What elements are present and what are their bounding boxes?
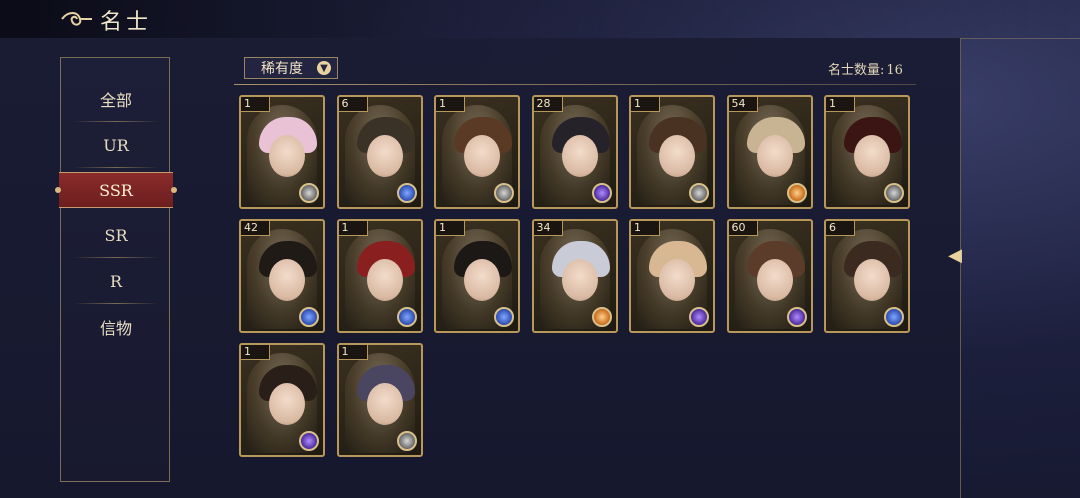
character-card[interactable]: 54 xyxy=(726,95,813,209)
card-level: 28 xyxy=(533,97,563,112)
character-card[interactable]: 34 xyxy=(531,219,618,333)
portrait-face xyxy=(366,259,403,301)
character-card[interactable]: 1 xyxy=(824,95,910,209)
count-value: 16 xyxy=(886,63,903,78)
character-card[interactable]: 1 xyxy=(434,219,520,333)
portrait-face xyxy=(269,383,305,425)
portrait-face xyxy=(659,135,695,177)
character-card[interactable]: 6 xyxy=(824,219,910,333)
card-level: 6 xyxy=(826,221,855,236)
portrait-face xyxy=(269,259,305,301)
sidebar-item-ur[interactable]: UR xyxy=(61,122,171,168)
element-badge-icon xyxy=(786,183,807,203)
element-badge-icon xyxy=(396,307,417,327)
portrait-face xyxy=(366,135,403,177)
element-badge-icon xyxy=(786,307,807,327)
character-card[interactable]: 1 xyxy=(434,95,520,209)
card-level: 1 xyxy=(241,345,270,360)
character-card[interactable]: 1 xyxy=(239,343,325,457)
element-badge-icon xyxy=(299,183,319,203)
card-level: 1 xyxy=(338,345,368,360)
element-badge-icon xyxy=(494,183,514,203)
element-badge-icon xyxy=(591,183,612,203)
portrait-face xyxy=(854,135,890,177)
right-arrow-icon[interactable]: ◀ xyxy=(946,238,964,272)
sidebar-item-label: UR xyxy=(103,135,129,155)
character-card[interactable]: 1 xyxy=(629,219,715,333)
count-label: 名士数量: xyxy=(828,63,885,78)
character-card[interactable]: 42 xyxy=(239,219,325,333)
character-card[interactable]: 60 xyxy=(726,219,813,333)
card-level: 1 xyxy=(241,97,270,112)
sidebar-item-token[interactable]: 信物 xyxy=(61,304,171,350)
card-level: 34 xyxy=(533,221,563,236)
character-card[interactable]: 1 xyxy=(239,95,325,209)
element-badge-icon xyxy=(689,183,709,203)
character-count: 名士数量: 16 xyxy=(826,59,903,78)
portrait-face xyxy=(464,259,500,301)
card-level: 1 xyxy=(631,97,660,112)
sidebar-item-label: R xyxy=(109,271,123,291)
filter-label: 稀有度 xyxy=(261,61,303,77)
top-bar: 名士 xyxy=(0,0,1080,39)
element-badge-icon xyxy=(884,307,904,327)
portrait-face xyxy=(756,259,793,301)
portrait-face xyxy=(756,135,793,177)
card-level: 1 xyxy=(338,221,368,236)
portrait-face xyxy=(269,135,305,177)
portrait-face xyxy=(854,259,890,301)
element-badge-icon xyxy=(396,183,417,203)
sidebar-item-all[interactable]: 全部 xyxy=(61,76,171,122)
rarity-filter-dropdown[interactable]: 稀有度 ▼ xyxy=(244,57,338,79)
element-badge-icon xyxy=(299,431,319,451)
character-card[interactable]: 1 xyxy=(629,95,715,209)
card-level: 1 xyxy=(826,97,855,112)
sidebar-item-r[interactable]: R xyxy=(61,258,171,304)
card-level: 60 xyxy=(728,221,758,236)
divider xyxy=(73,167,159,168)
divider xyxy=(234,84,916,85)
portrait-face xyxy=(659,259,695,301)
card-level: 1 xyxy=(436,97,465,112)
sidebar-item-sr[interactable]: SR xyxy=(61,212,171,258)
portrait-face xyxy=(561,135,598,177)
element-badge-icon xyxy=(689,307,709,327)
page-title: 名士 xyxy=(100,10,153,35)
sidebar-item-label: SSR xyxy=(99,180,133,200)
character-card[interactable]: 1 xyxy=(336,343,423,457)
portrait-face xyxy=(464,135,500,177)
sidebar-item-label: SR xyxy=(104,225,128,245)
element-badge-icon xyxy=(494,307,514,327)
sidebar-item-ssr[interactable]: SSR xyxy=(59,172,173,208)
portrait-face xyxy=(561,259,598,301)
rarity-sidebar: 全部 UR SSR SR R 信物 xyxy=(59,57,173,482)
card-level: 54 xyxy=(728,97,758,112)
card-level: 1 xyxy=(436,221,465,236)
character-card[interactable]: 1 xyxy=(336,219,423,333)
chevron-down-icon: ▼ xyxy=(317,61,331,75)
element-badge-icon xyxy=(396,431,417,451)
card-level: 42 xyxy=(241,221,270,236)
sidebar-item-label: 信物 xyxy=(99,319,132,338)
portrait-face xyxy=(366,383,403,425)
element-badge-icon xyxy=(591,307,612,327)
character-card[interactable]: 6 xyxy=(336,95,423,209)
sidebar-item-label: 全部 xyxy=(99,91,132,110)
card-level: 6 xyxy=(338,97,368,112)
element-badge-icon xyxy=(299,307,319,327)
card-level: 1 xyxy=(631,221,660,236)
element-badge-icon xyxy=(884,183,904,203)
back-swirl-icon[interactable] xyxy=(56,6,96,32)
character-card[interactable]: 28 xyxy=(531,95,618,209)
